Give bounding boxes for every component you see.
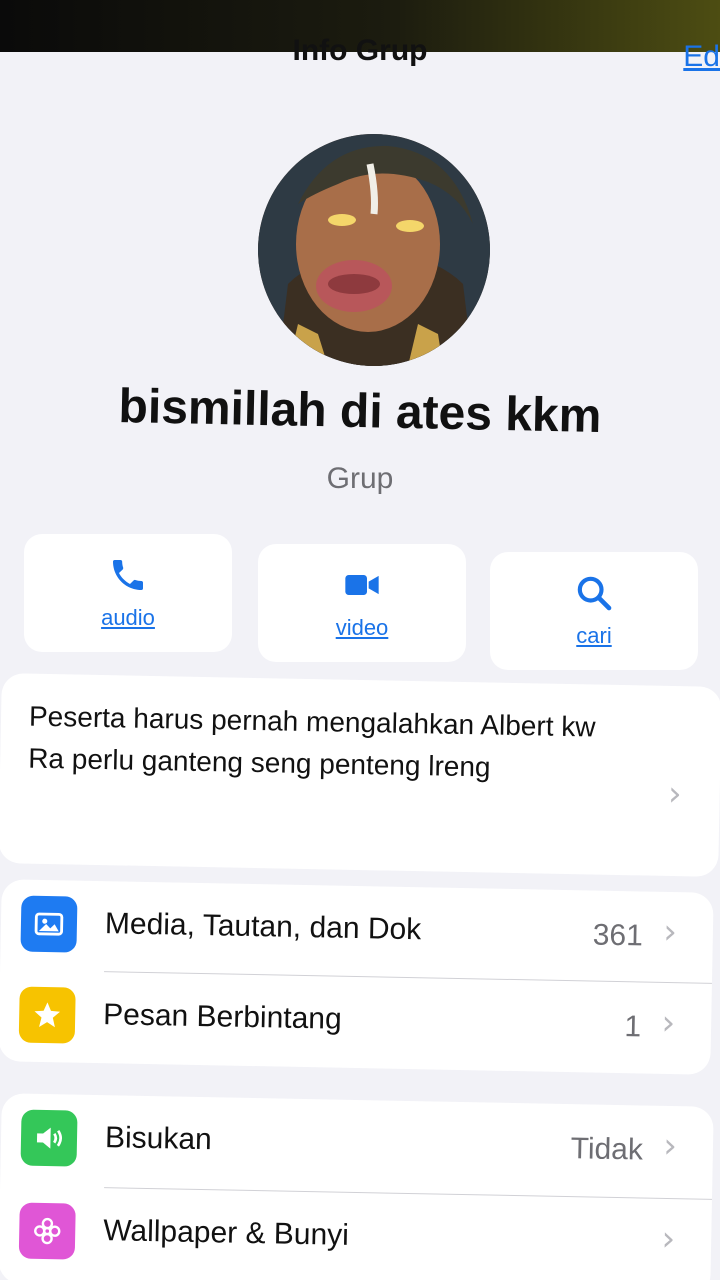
speaker-icon xyxy=(20,1109,78,1167)
avatar-image xyxy=(258,134,490,366)
navigation-bar: Info Grup Ed xyxy=(0,28,720,73)
video-call-button[interactable]: video xyxy=(258,544,466,662)
mute-label: Bisukan xyxy=(104,1121,213,1157)
chevron-right-icon: › xyxy=(661,1002,676,1044)
phone-icon xyxy=(113,560,143,590)
search-icon xyxy=(577,576,612,611)
media-label: Media, Tautan, dan Dok xyxy=(104,907,422,947)
star-icon xyxy=(18,986,76,1044)
chevron-right-icon: › xyxy=(667,773,683,815)
media-links-docs-row[interactable]: Media, Tautan, dan Dok 361 › xyxy=(0,879,714,983)
page-title: Info Grup xyxy=(292,34,428,67)
video-label: video xyxy=(335,615,389,640)
wallpaper-sound-row[interactable]: Wallpaper & Bunyi › xyxy=(0,1186,712,1280)
video-camera-icon xyxy=(345,575,379,595)
starred-messages-row[interactable]: Pesan Berbintang 1 › xyxy=(0,970,712,1074)
starred-label: Pesan Berbintang xyxy=(102,998,343,1036)
group-description[interactable]: Peserta harus pernah mengalahkan Albert … xyxy=(0,673,720,877)
media-section: Media, Tautan, dan Dok 361 › Pesan Berbi… xyxy=(0,879,714,1075)
group-name: bismillah di ates kkm xyxy=(118,379,602,444)
settings-section: Bisukan Tidak › Wallpaper & Bunyi › xyxy=(0,1093,714,1280)
audio-call-button[interactable]: audio xyxy=(24,534,232,652)
chevron-right-icon: › xyxy=(662,911,678,953)
mute-value: Tidak xyxy=(570,1132,644,1167)
media-count: 361 xyxy=(592,918,644,953)
edit-button[interactable]: Ed xyxy=(683,40,720,74)
audio-label: audio xyxy=(101,605,155,630)
mute-row[interactable]: Bisukan Tidak › xyxy=(0,1093,714,1197)
wallpaper-label: Wallpaper & Bunyi xyxy=(102,1214,350,1252)
group-avatar[interactable] xyxy=(258,134,490,366)
photo-icon xyxy=(20,895,78,953)
starred-count: 1 xyxy=(624,1010,642,1044)
search-label: cari xyxy=(576,623,612,648)
chevron-right-icon: › xyxy=(663,1125,678,1167)
search-button[interactable]: cari xyxy=(490,552,698,670)
flower-icon xyxy=(18,1202,76,1260)
chevron-right-icon: › xyxy=(661,1218,676,1260)
group-type-label: Grup xyxy=(326,462,394,495)
